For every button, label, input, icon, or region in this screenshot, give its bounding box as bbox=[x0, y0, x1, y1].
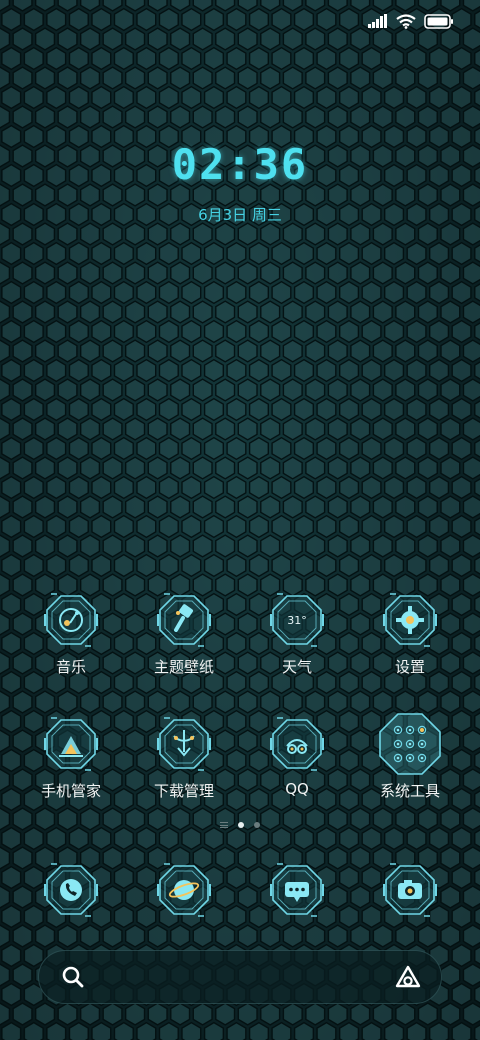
system-tools-folder-icon bbox=[379, 713, 441, 775]
app-label: 音乐 bbox=[55, 658, 86, 676]
page-dot bbox=[254, 822, 260, 828]
app-settings[interactable]: 设置 bbox=[354, 592, 466, 677]
phone-manager-icon bbox=[44, 717, 98, 771]
message-icon[interactable] bbox=[269, 862, 325, 918]
search-bar[interactable] bbox=[38, 950, 442, 1004]
theme-brush-icon bbox=[157, 593, 211, 647]
app-weather[interactable]: 31° 天气 bbox=[241, 592, 353, 677]
app-label: 天气 bbox=[281, 658, 312, 676]
clock-date[interactable]: 6月3日 周三 bbox=[0, 204, 480, 225]
browser-icon[interactable] bbox=[156, 862, 212, 918]
app-label: 手机管家 bbox=[40, 782, 101, 800]
assistant-icon[interactable] bbox=[395, 965, 421, 989]
folder-system-tools[interactable]: 系统工具 bbox=[354, 712, 466, 801]
app-music[interactable]: 音乐 bbox=[15, 592, 127, 677]
app-download-manager[interactable]: 下载管理 bbox=[128, 716, 240, 801]
phone-icon[interactable] bbox=[43, 862, 99, 918]
app-label: 系统工具 bbox=[379, 782, 440, 800]
page-dot-active bbox=[238, 822, 244, 828]
app-label: 设置 bbox=[394, 658, 425, 676]
app-qq[interactable]: QQ bbox=[241, 716, 353, 798]
qq-icon bbox=[270, 717, 324, 771]
search-icon[interactable] bbox=[61, 965, 85, 989]
status-bar bbox=[368, 8, 454, 34]
camera-icon[interactable] bbox=[382, 862, 438, 918]
home-screen: 02:36 6月3日 周三 音乐 主题壁纸 31° 天气 设置 手机管家 下载管… bbox=[0, 0, 480, 1040]
music-icon bbox=[44, 593, 98, 647]
gear-icon bbox=[383, 593, 437, 647]
signal-icon bbox=[368, 14, 387, 28]
app-label: 主题壁纸 bbox=[153, 658, 214, 676]
weather-icon: 31° bbox=[270, 593, 324, 647]
download-icon bbox=[157, 717, 211, 771]
search-input[interactable] bbox=[99, 963, 373, 993]
clock-time[interactable]: 02:36 bbox=[0, 140, 480, 189]
battery-icon bbox=[424, 13, 453, 29]
app-phone-manager[interactable]: 手机管家 bbox=[15, 716, 127, 801]
svg-text:31°: 31° bbox=[287, 614, 307, 627]
app-theme-wallpaper[interactable]: 主题壁纸 bbox=[128, 592, 240, 677]
page-indicator[interactable] bbox=[0, 822, 480, 828]
app-label: QQ bbox=[285, 780, 309, 798]
page-list-icon bbox=[220, 822, 228, 828]
app-label: 下载管理 bbox=[153, 782, 214, 800]
wifi-icon bbox=[396, 13, 416, 29]
